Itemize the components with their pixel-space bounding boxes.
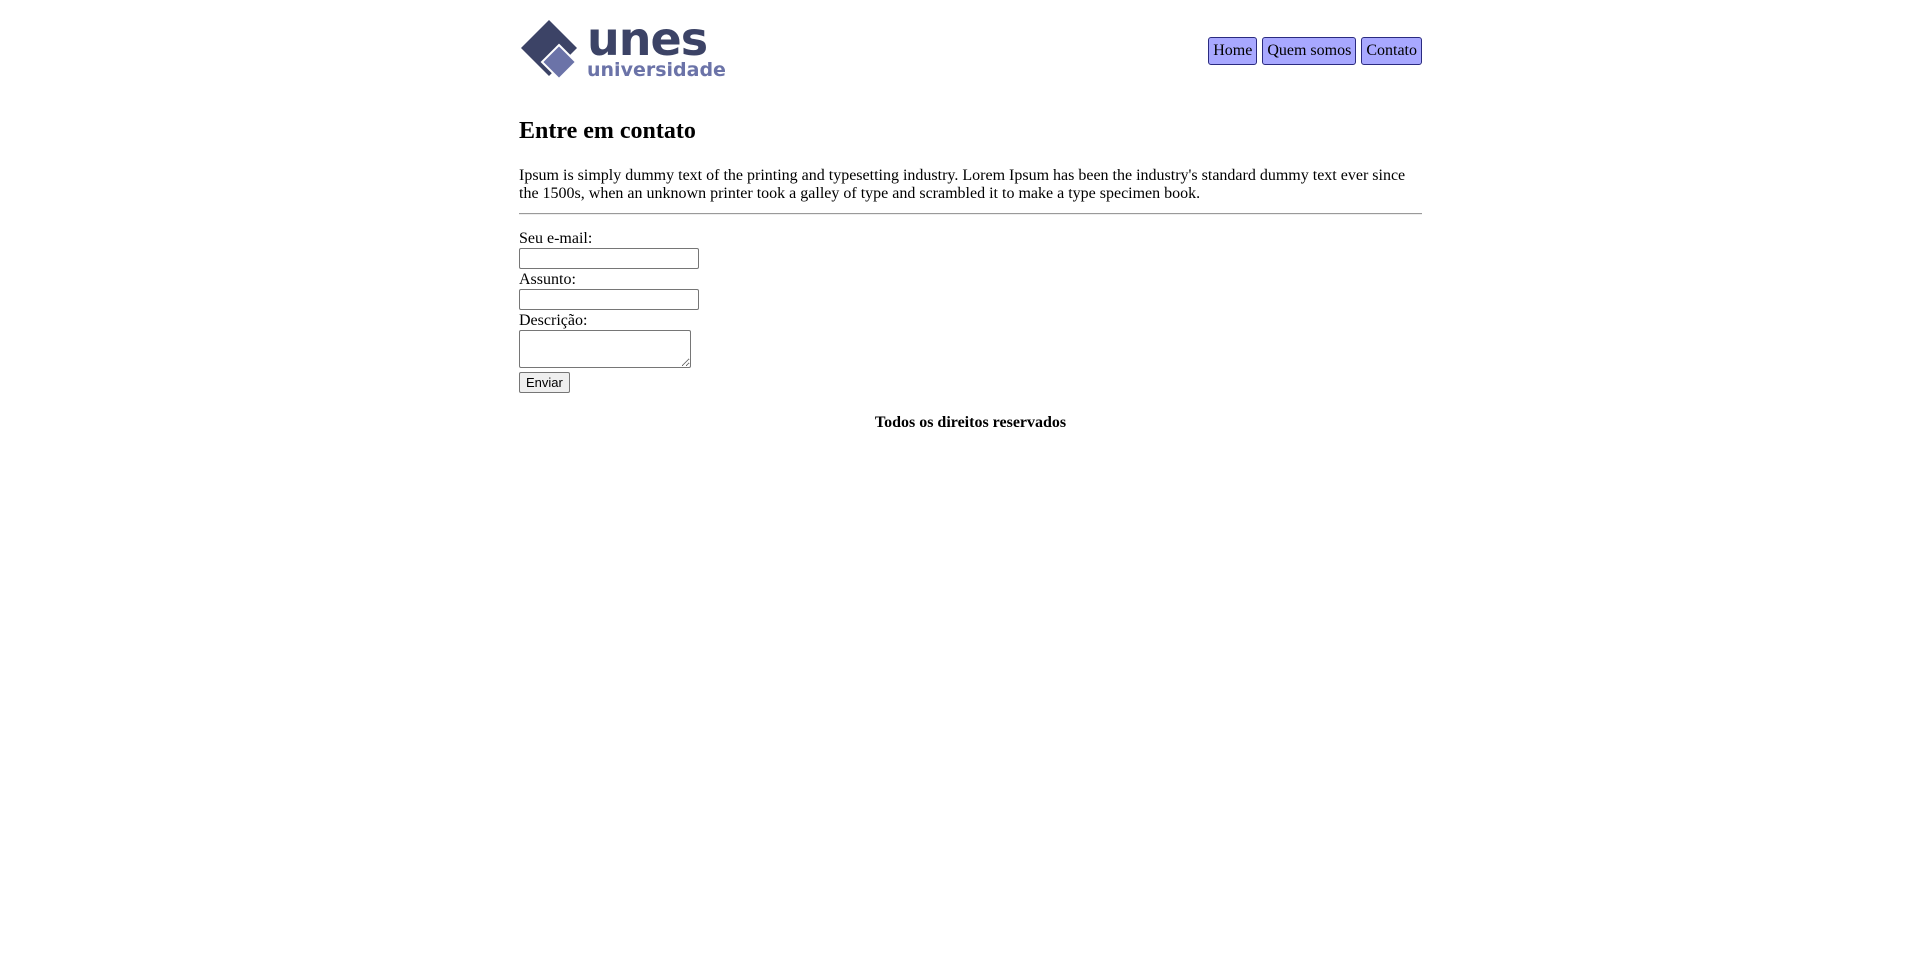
logo-subtitle: universidade <box>587 59 726 81</box>
footer-text: Todos os direitos reservados <box>874 414 1067 431</box>
unes-logo[interactable]: unes universidade <box>519 17 739 83</box>
description-label: Descrição: <box>519 312 588 329</box>
email-field[interactable] <box>519 248 699 269</box>
page-title: Entre em contato <box>519 118 696 144</box>
divider <box>519 213 1422 215</box>
main-nav: Home Quem somos Contato <box>1208 37 1422 65</box>
submit-button[interactable]: Enviar <box>519 372 570 393</box>
subject-field[interactable] <box>519 289 699 310</box>
email-label: Seu e-mail: <box>519 230 593 247</box>
contact-form: Seu e-mail: Assunto: Descrição: Enviar <box>519 230 699 393</box>
nav-home-button[interactable]: Home <box>1208 37 1258 65</box>
nav-contato-button[interactable]: Contato <box>1361 37 1422 65</box>
intro-paragraph: Ipsum is simply dummy text of the printi… <box>519 167 1406 202</box>
description-field[interactable] <box>519 330 691 368</box>
nav-quem-somos-button[interactable]: Quem somos <box>1262 37 1357 65</box>
header: unes universidade Home Quem somos Contat… <box>519 0 1422 100</box>
subject-label: Assunto: <box>519 271 576 288</box>
logo-graphic: unes universidade <box>521 17 726 81</box>
page-container: unes universidade Home Quem somos Contat… <box>519 0 1422 431</box>
